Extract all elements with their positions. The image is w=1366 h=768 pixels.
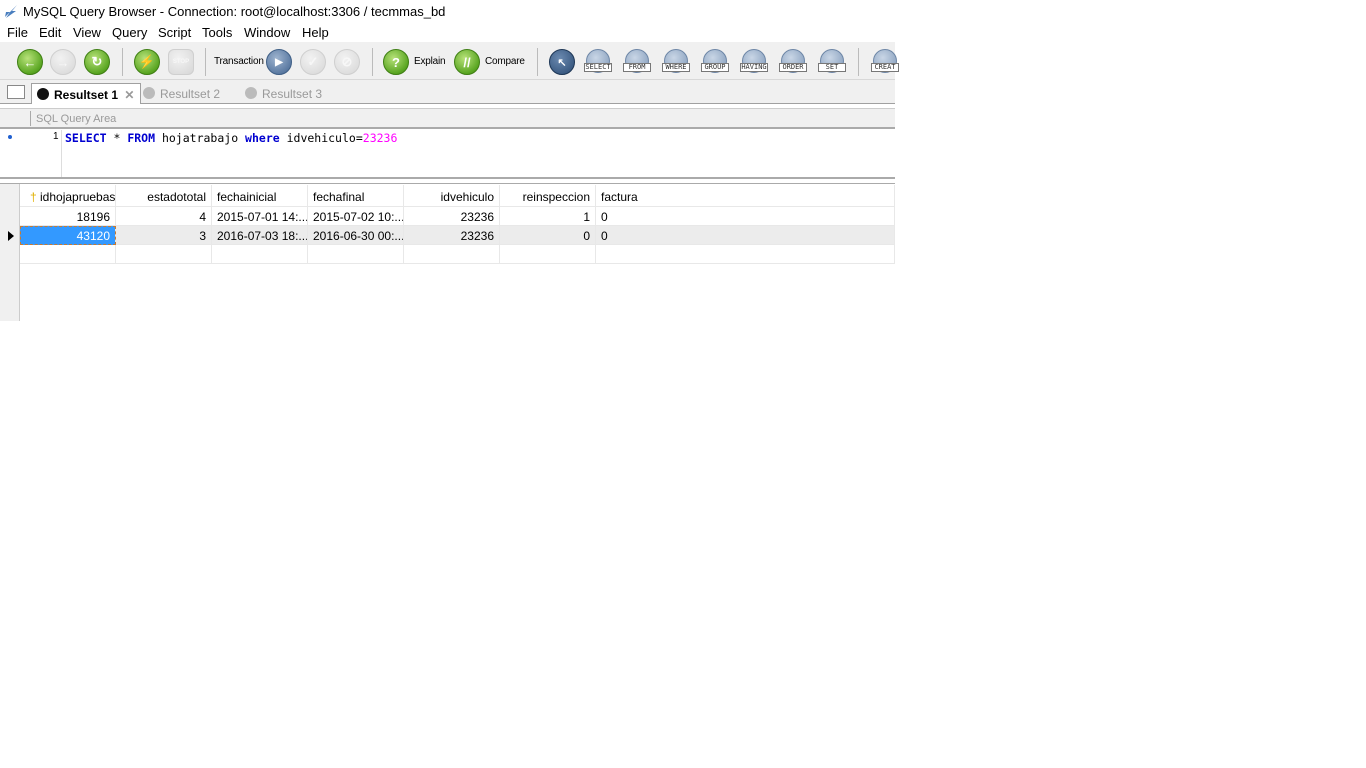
menu-script[interactable]: Script <box>158 25 191 40</box>
primary-key-icon: † <box>30 190 41 204</box>
empty-cell[interactable] <box>116 245 212 264</box>
stop-button[interactable]: STOP <box>168 49 194 75</box>
select-clause-button[interactable]: SELECT <box>584 49 612 75</box>
new-tab-icon[interactable] <box>7 85 25 99</box>
menu-file[interactable]: File <box>7 25 28 40</box>
result-grid: † idhojapruebas estadototal fechainicial fe… <box>0 183 895 321</box>
empty-cell[interactable] <box>20 245 116 264</box>
compare-button[interactable]: Compare <box>485 56 525 67</box>
header-row[interactable]: † idhojapruebas estadototal fechainicial fe… <box>20 185 895 207</box>
tab-resultset-2[interactable]: Resultset 2 <box>138 83 220 104</box>
resultset-icon <box>37 88 49 100</box>
current-line-marker <box>8 135 12 139</box>
order-clause-button[interactable]: ORDER <box>779 49 807 75</box>
column-header-idhojapruebas[interactable]: † idhojapruebas <box>20 185 116 206</box>
table-row[interactable]: 43120 3 2016-07-03 18:... 2016-06-30 00:...… <box>20 226 895 245</box>
set-clause-button[interactable]: SET <box>818 49 846 75</box>
cell-reinspeccion[interactable]: 0 <box>500 226 596 245</box>
sql-query-area-header: SQL Query Area <box>0 108 895 129</box>
current-row-indicator-icon <box>8 231 14 241</box>
table-row[interactable]: 18196 4 2015-07-01 14:... 2015-07-02 10:...… <box>20 207 895 226</box>
start-transaction-button[interactable]: ▶ <box>266 49 292 75</box>
separator <box>858 48 859 76</box>
column-header-estadototal[interactable]: estadototal <box>116 185 212 206</box>
cell-fechafinal[interactable]: 2015-07-02 10:... <box>308 207 404 226</box>
column-header-idvehiculo[interactable]: idvehiculo <box>404 185 500 206</box>
pointer-button[interactable]: ↖ <box>549 49 575 75</box>
explain-icon[interactable]: ? <box>383 49 409 75</box>
app-logo-icon <box>5 5 17 18</box>
menu-bar: File Edit View Query Script Tools Window… <box>0 22 895 42</box>
menu-view[interactable]: View <box>73 25 101 40</box>
tab-resultset-1[interactable]: Resultset 1 ✕ <box>31 83 142 104</box>
forward-button[interactable]: → <box>50 49 76 75</box>
where-clause-button[interactable]: WHERE <box>662 49 690 75</box>
cell-factura[interactable]: 0 <box>596 207 895 226</box>
cell-estadototal[interactable]: 3 <box>116 226 212 245</box>
empty-row[interactable] <box>20 245 895 264</box>
empty-cell[interactable] <box>404 245 500 264</box>
having-clause-button[interactable]: HAVING <box>740 49 768 75</box>
row-indicator-gutter <box>0 184 20 321</box>
column-header-factura[interactable]: factura <box>596 185 895 206</box>
from-clause-button[interactable]: FROM <box>623 49 651 75</box>
cell-fechafinal[interactable]: 2016-06-30 00:... <box>308 226 404 245</box>
column-header-fechainicial[interactable]: fechainicial <box>212 185 308 206</box>
transaction-label: Transaction <box>214 56 264 67</box>
rollback-button[interactable]: ⊘ <box>334 49 360 75</box>
menu-tools[interactable]: Tools <box>202 25 232 40</box>
menu-window[interactable]: Window <box>244 25 290 40</box>
query-text[interactable]: SELECT * FROM hojatrabajo where idvehicu… <box>65 131 397 145</box>
separator <box>537 48 538 76</box>
explain-button[interactable]: Explain <box>414 56 446 67</box>
empty-cell[interactable] <box>212 245 308 264</box>
back-button[interactable]: ← <box>17 49 43 75</box>
line-number: 1 <box>53 131 59 142</box>
title-bar: MySQL Query Browser - Connection: root@l… <box>0 0 900 22</box>
column-header-fechafinal[interactable]: fechafinal <box>308 185 404 206</box>
cell-idhojapruebas[interactable]: 18196 <box>20 207 116 226</box>
cell-fechainicial[interactable]: 2015-07-01 14:... <box>212 207 308 226</box>
close-tab-icon[interactable]: ✕ <box>124 88 134 102</box>
toolbar: ← → ↻ ⚡ STOP Transaction ▶ ✓ ⊘ ? Explain… <box>0 42 899 80</box>
separator <box>205 48 206 76</box>
cell-idvehiculo[interactable]: 23236 <box>404 226 500 245</box>
separator <box>372 48 373 76</box>
menu-help[interactable]: Help <box>302 25 329 40</box>
execute-button[interactable]: ⚡ <box>134 49 160 75</box>
separator <box>122 48 123 76</box>
cell-estadototal[interactable]: 4 <box>116 207 212 226</box>
group-clause-button[interactable]: GROUP <box>701 49 729 75</box>
empty-cell[interactable] <box>500 245 596 264</box>
commit-button[interactable]: ✓ <box>300 49 326 75</box>
resultset-tabs: Resultset 1 ✕ Resultset 2 Resultset 3 <box>0 80 895 104</box>
cell-idhojapruebas[interactable]: 43120 <box>20 226 116 245</box>
cell-reinspeccion[interactable]: 1 <box>500 207 596 226</box>
compare-icon[interactable]: // <box>454 49 480 75</box>
empty-cell[interactable] <box>596 245 895 264</box>
resultset-icon <box>245 87 257 99</box>
cell-fechainicial[interactable]: 2016-07-03 18:... <box>212 226 308 245</box>
window-title: MySQL Query Browser - Connection: root@l… <box>23 4 446 19</box>
tab-resultset-3[interactable]: Resultset 3 <box>240 83 322 104</box>
menu-query[interactable]: Query <box>112 25 147 40</box>
refresh-button[interactable]: ↻ <box>84 49 110 75</box>
column-header-reinspeccion[interactable]: reinspeccion <box>500 185 596 206</box>
empty-cell[interactable] <box>308 245 404 264</box>
create-button[interactable]: CREAT <box>871 49 899 75</box>
cell-factura[interactable]: 0 <box>596 226 895 245</box>
menu-edit[interactable]: Edit <box>39 25 61 40</box>
resultset-icon <box>143 87 155 99</box>
sql-editor[interactable]: 1 SELECT * FROM hojatrabajo where idvehi… <box>0 130 895 179</box>
cell-idvehiculo[interactable]: 23236 <box>404 207 500 226</box>
